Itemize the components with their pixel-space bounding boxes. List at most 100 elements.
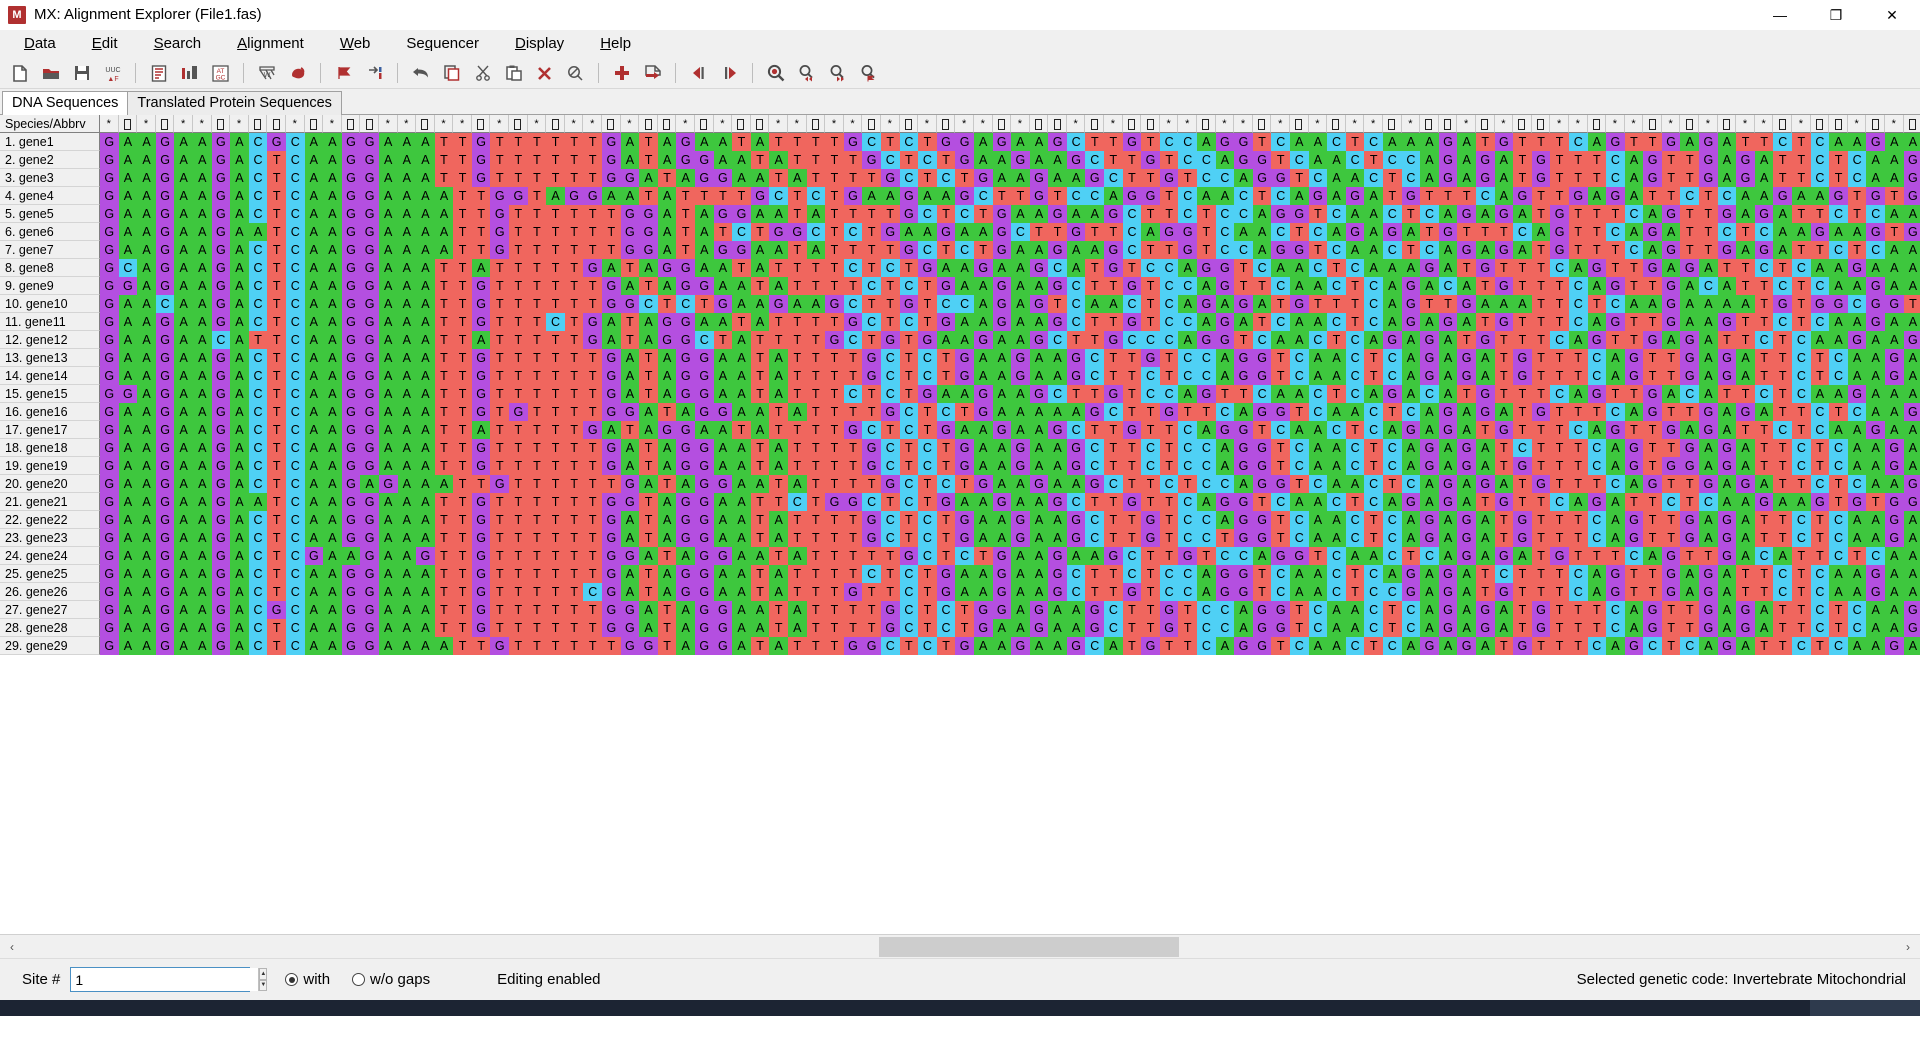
base-cell[interactable]: G — [1401, 295, 1421, 313]
base-cell[interactable]: T — [843, 403, 863, 421]
base-cell[interactable]: C — [899, 619, 919, 637]
base-cell[interactable]: A — [434, 187, 454, 205]
base-cell[interactable]: G — [341, 385, 361, 403]
base-cell[interactable]: A — [769, 637, 788, 655]
base-cell[interactable]: G — [1104, 331, 1123, 349]
base-cell[interactable]: G — [1624, 367, 1644, 385]
base-cell[interactable]: A — [1364, 223, 1383, 241]
base-cell[interactable]: A — [1568, 259, 1588, 277]
base-cell[interactable]: A — [1234, 223, 1253, 241]
base-cell[interactable]: C — [248, 637, 268, 655]
base-cell[interactable]: T — [806, 457, 826, 475]
base-cell[interactable]: C — [1290, 439, 1309, 457]
base-cell[interactable]: T — [787, 367, 807, 385]
base-cell[interactable]: C — [285, 205, 305, 223]
base-cell[interactable]: T — [1643, 457, 1662, 475]
base-cell[interactable]: A — [713, 421, 733, 439]
base-cell[interactable]: A — [1215, 511, 1235, 529]
base-cell[interactable]: T — [527, 259, 547, 277]
base-cell[interactable]: C — [1066, 313, 1086, 331]
base-cell[interactable]: G — [1680, 349, 1700, 367]
base-cell[interactable]: T — [918, 133, 937, 151]
base-cell[interactable]: A — [1029, 583, 1049, 601]
base-cell[interactable]: T — [769, 403, 788, 421]
base-cell[interactable]: A — [397, 223, 417, 241]
base-cell[interactable]: T — [1457, 331, 1476, 349]
base-cell[interactable]: T — [564, 457, 584, 475]
radio-without-gaps[interactable] — [352, 973, 366, 986]
base-cell[interactable]: C — [1271, 421, 1290, 439]
base-cell[interactable]: G — [1290, 295, 1309, 313]
base-cell[interactable]: A — [1029, 403, 1049, 421]
base-cell[interactable]: C — [1364, 565, 1383, 583]
base-cell[interactable]: A — [955, 565, 974, 583]
base-cell[interactable]: C — [1624, 205, 1644, 223]
base-cell[interactable]: C — [1773, 583, 1793, 601]
base-cell[interactable]: G — [1699, 133, 1718, 151]
base-cell[interactable]: A — [230, 601, 249, 619]
base-cell[interactable]: T — [843, 457, 863, 475]
base-cell[interactable]: T — [676, 205, 695, 223]
base-cell[interactable]: A — [1847, 349, 1867, 367]
base-cell[interactable]: G — [100, 421, 119, 439]
base-cell[interactable]: A — [230, 169, 249, 187]
sequence-row[interactable]: 2. gene2 G A A G A A G A C T C A A G G A A A T T G T T T T T T G A T A G… — [0, 151, 1920, 169]
base-cell[interactable]: G — [843, 313, 863, 331]
base-cell[interactable]: T — [1048, 187, 1067, 205]
base-cell[interactable]: A — [1327, 223, 1346, 241]
base-cell[interactable]: T — [1792, 547, 1811, 565]
base-cell[interactable]: A — [378, 637, 398, 655]
base-cell[interactable]: A — [769, 583, 788, 601]
base-cell[interactable]: T — [1568, 349, 1588, 367]
base-cell[interactable]: T — [1159, 187, 1179, 205]
base-cell[interactable]: G — [602, 493, 621, 511]
base-cell[interactable]: G — [155, 349, 175, 367]
base-cell[interactable]: C — [918, 439, 937, 457]
base-cell[interactable]: C — [899, 475, 919, 493]
base-cell[interactable]: A — [1717, 565, 1737, 583]
base-cell[interactable]: A — [378, 583, 398, 601]
base-cell[interactable]: T — [509, 385, 528, 403]
base-cell[interactable]: A — [1364, 331, 1383, 349]
base-cell[interactable]: A — [1699, 331, 1718, 349]
base-cell[interactable]: A — [1475, 349, 1495, 367]
base-cell[interactable]: A — [1494, 187, 1514, 205]
base-cell[interactable]: C — [1792, 529, 1811, 547]
base-cell[interactable]: C — [1345, 637, 1365, 655]
base-cell[interactable]: G — [1531, 169, 1551, 187]
base-cell[interactable]: T — [639, 277, 658, 295]
base-cell[interactable]: T — [602, 223, 621, 241]
base-cell[interactable]: A — [118, 187, 138, 205]
base-cell[interactable]: A — [323, 295, 342, 313]
base-cell[interactable]: G — [1624, 637, 1644, 655]
base-cell[interactable]: T — [825, 565, 844, 583]
base-cell[interactable]: T — [267, 385, 286, 403]
base-cell[interactable]: T — [1141, 169, 1160, 187]
base-cell[interactable]: G — [992, 133, 1012, 151]
base-cell[interactable]: A — [1364, 385, 1383, 403]
base-cell[interactable]: C — [1587, 637, 1607, 655]
base-cell[interactable]: C — [1178, 349, 1198, 367]
base-cell[interactable]: G — [1717, 349, 1737, 367]
base-cell[interactable]: A — [1308, 457, 1328, 475]
base-cell[interactable]: A — [1438, 529, 1458, 547]
base-cell[interactable]: T — [583, 205, 603, 223]
base-cell[interactable]: T — [1736, 385, 1755, 403]
base-cell[interactable]: A — [1606, 493, 1625, 511]
base-cell[interactable]: A — [992, 331, 1012, 349]
base-cell[interactable]: T — [1308, 205, 1328, 223]
base-cell[interactable]: A — [230, 349, 249, 367]
base-cell[interactable]: T — [1550, 133, 1569, 151]
base-cell[interactable]: C — [1011, 223, 1030, 241]
base-cell[interactable]: A — [1197, 421, 1216, 439]
base-cell[interactable]: G — [1736, 619, 1755, 637]
base-cell[interactable]: A — [1661, 385, 1681, 403]
base-cell[interactable]: A — [174, 511, 193, 529]
base-cell[interactable]: C — [1364, 475, 1383, 493]
base-cell[interactable]: T — [918, 565, 937, 583]
base-cell[interactable]: T — [564, 385, 584, 403]
base-cell[interactable]: A — [1048, 169, 1067, 187]
base-cell[interactable]: T — [434, 295, 454, 313]
base-cell[interactable]: A — [304, 313, 324, 331]
base-cell[interactable]: C — [1773, 277, 1793, 295]
